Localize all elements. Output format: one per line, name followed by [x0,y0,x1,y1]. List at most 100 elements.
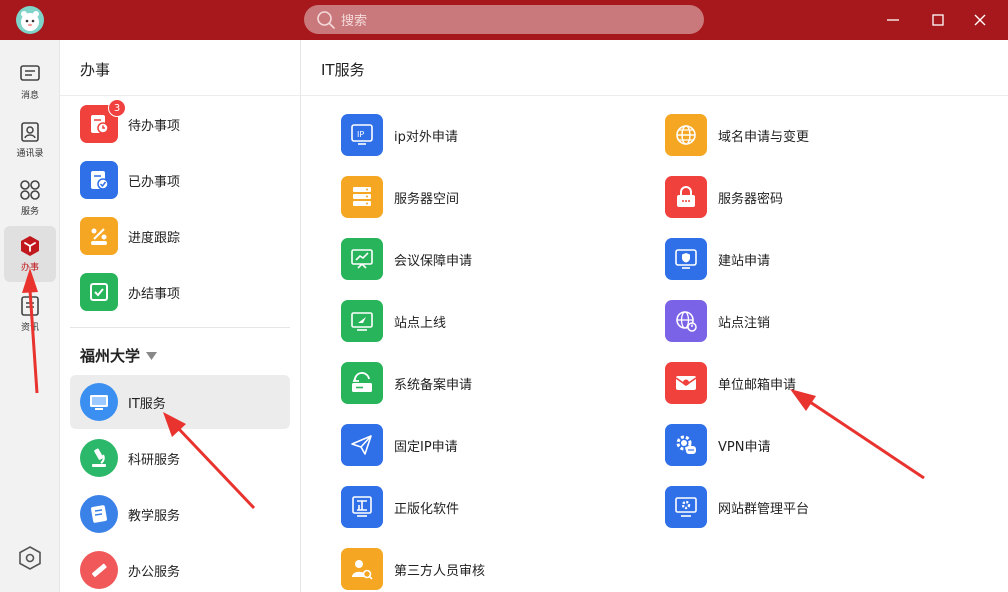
service-label: IT服务 [128,396,166,412]
gear-chat-icon [665,424,707,466]
rail-item-affairs[interactable]: 办事 [4,226,56,282]
site-launch-icon [341,300,383,342]
search-placeholder: 搜索 [341,14,368,29]
rail-label: 通讯录 [16,149,44,159]
app-label: VPN申请 [718,439,771,455]
app-system-filing[interactable]: 系统备案申请 [341,362,472,404]
maximize-icon [932,14,944,26]
section-divider [70,327,290,328]
app-label: 网站群管理平台 [718,501,810,517]
closed-check-icon [80,273,118,311]
svg-text:IP: IP [357,130,364,139]
it-services-panel: IT服务 IP ip对外申请 服务器空间 会议保障申请 站点上线 系统备案申请 [301,40,1008,592]
it-monitor-icon [80,383,118,421]
ip-card-icon: IP [341,114,383,156]
system-filing-icon [341,362,383,404]
app-label: 单位邮箱申请 [718,377,797,393]
presentation-chart-icon [341,238,383,280]
search-icon [317,11,335,29]
panel-title: IT服务 [321,61,365,79]
rail-label: 办事 [20,263,39,273]
app-site-online[interactable]: 站点上线 [341,300,446,342]
organization-selector[interactable]: 福州大学 [80,345,158,366]
title-bar: 搜索 [0,0,1008,40]
monitor-gear-icon [665,486,707,528]
app-vpn-request[interactable]: VPN申请 [665,424,770,466]
licensed-software-icon [341,486,383,528]
app-label: 系统备案申请 [394,377,473,393]
rail-item-contacts[interactable]: 通讯录 [4,112,56,168]
service-item-research[interactable]: 科研服务 [70,431,290,485]
office-pencil-icon [80,551,118,589]
app-fixed-ip[interactable]: 固定IP申请 [341,424,458,466]
message-icon [20,65,40,81]
service-item-office[interactable]: 办公服务 [70,543,290,592]
user-avatar[interactable] [16,6,44,34]
todo-item-progress[interactable]: 进度跟踪 [70,208,290,264]
app-unit-email[interactable]: 单位邮箱申请 [665,362,796,404]
lock-icon [665,176,707,218]
email-envelope-icon [665,362,707,404]
header-divider [301,95,1008,96]
app-third-party-review[interactable]: 第三方人员审核 [341,548,485,590]
teaching-book-icon [80,495,118,533]
app-label: 固定IP申请 [394,439,458,455]
close-icon [974,14,986,26]
app-label: 域名申请与变更 [718,129,810,145]
caret-down-icon [146,351,158,360]
todo-label: 已办事项 [128,174,181,190]
navigation-rail: 消息 通讯录 服务 办事 资讯 [0,40,60,592]
apps-grid-icon [20,180,40,200]
minimize-icon [887,19,899,21]
todo-label: 进度跟踪 [128,230,181,246]
app-licensed-software[interactable]: 正版化软件 [341,486,459,528]
app-server-space[interactable]: 服务器空间 [341,176,459,218]
done-document-icon [80,161,118,199]
todo-label: 办结事项 [128,286,181,302]
service-item-it[interactable]: IT服务 [70,375,290,429]
close-button[interactable] [968,8,992,32]
service-label: 教学服务 [128,508,181,524]
todo-label: 待办事项 [128,118,181,134]
app-meeting-support[interactable]: 会议保障申请 [341,238,472,280]
pending-clock-icon: 3 [80,99,126,143]
settings-hexagon-icon [19,546,41,570]
shield-monitor-icon [665,238,707,280]
rail-label: 服务 [20,207,39,217]
app-server-password[interactable]: 服务器密码 [665,176,783,218]
app-label: 服务器密码 [718,191,784,207]
affairs-cube-icon [21,236,39,256]
app-site-cancel[interactable]: 站点注销 [665,300,770,342]
app-ip-external[interactable]: IP ip对外申请 [341,114,458,156]
app-domain-request[interactable]: 域名申请与变更 [665,114,809,156]
minimize-button[interactable] [881,8,905,32]
todo-item-done[interactable]: 已办事项 [70,152,290,208]
rail-label: 资讯 [20,323,39,333]
news-icon [21,296,39,316]
globe-icon [665,114,707,156]
settings-button[interactable] [17,545,43,575]
rail-item-messages[interactable]: 消息 [4,54,56,110]
app-label: 正版化软件 [394,501,460,517]
person-search-icon [341,548,383,590]
app-site-cluster-admin[interactable]: 网站群管理平台 [665,486,809,528]
contacts-icon [21,122,39,142]
todo-item-pending[interactable]: 3 待办事项 [70,96,290,152]
rail-item-news[interactable]: 资讯 [4,286,56,342]
app-label: 建站申请 [718,253,771,269]
research-microscope-icon [80,439,118,477]
app-label: 站点上线 [394,315,447,331]
service-item-teaching[interactable]: 教学服务 [70,487,290,541]
app-label: 第三方人员审核 [394,563,486,579]
app-label: 会议保障申请 [394,253,473,269]
app-site-building[interactable]: 建站申请 [665,238,770,280]
todo-item-closed[interactable]: 办结事项 [70,264,290,320]
app-label: 服务器空间 [394,191,460,207]
search-input[interactable]: 搜索 [304,5,704,34]
pending-count-badge: 3 [108,99,126,117]
maximize-button[interactable] [926,8,950,32]
rail-item-services[interactable]: 服务 [4,170,56,226]
rail-label: 消息 [20,91,39,101]
server-stack-icon [341,176,383,218]
organization-name: 福州大学 [80,347,141,365]
